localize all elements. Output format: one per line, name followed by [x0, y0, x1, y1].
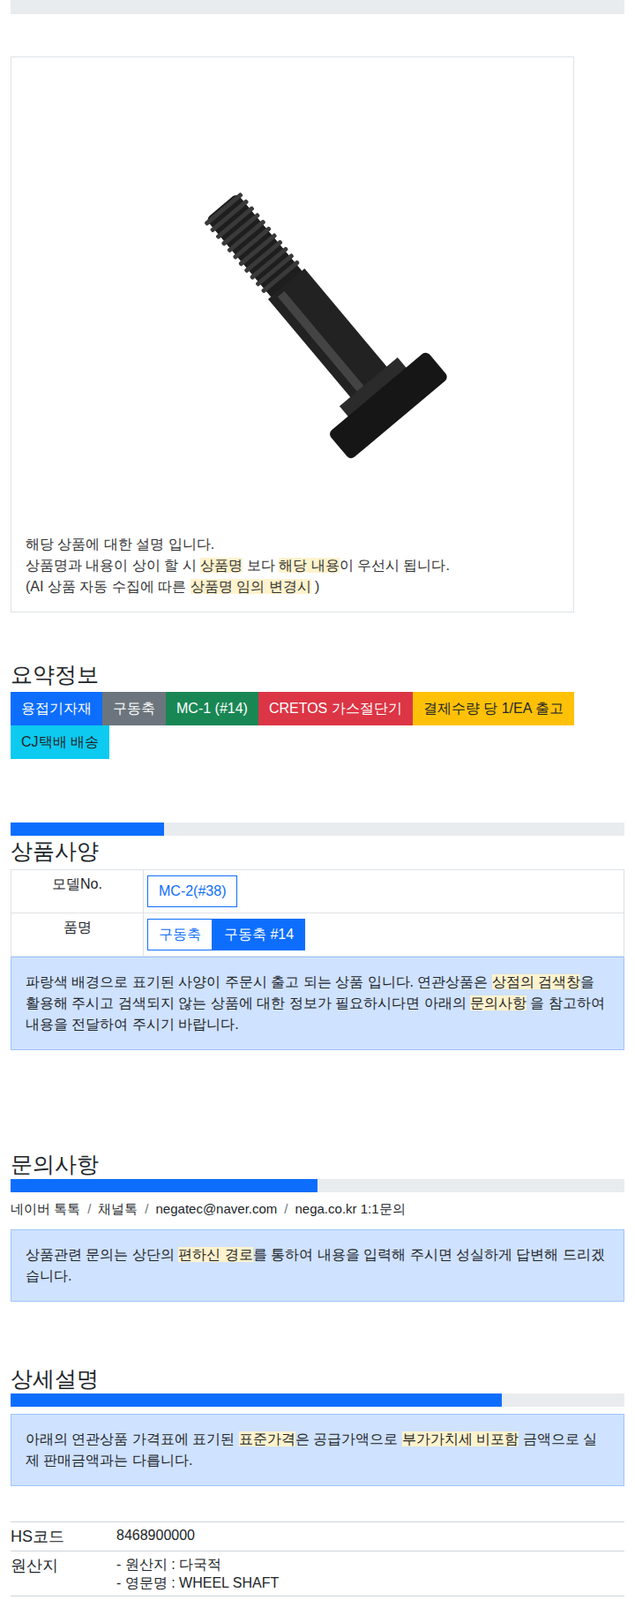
detail-title: 상세설명: [10, 1362, 625, 1393]
detail-row: HS코드8468900000: [10, 1521, 625, 1551]
spec-row: 품명구동축구동축 #14: [10, 912, 625, 957]
contact-link[interactable]: negatec@naver.com: [156, 1198, 278, 1218]
info-box: 파랑색 배경으로 표기된 사양이 주문시 출고 되는 상품 입니다. 연관상품은…: [10, 956, 625, 1050]
summary-title: 요약정보: [10, 659, 625, 688]
tag: MC-1 (#14): [165, 691, 259, 725]
info-box: 상품관련 문의는 상단의 편하신 경로를 통하여 내용을 입력해 주시면 성실하…: [10, 1228, 625, 1301]
tag-list: 용접기자재구동축MC-1 (#14)CRETOS 가스절단기결제수량 당 1/E…: [10, 691, 625, 759]
highlight: 상점의 검색창: [492, 973, 581, 989]
spec-option[interactable]: 구동축 #14: [212, 918, 306, 950]
highlight: 편하신 경로: [178, 1246, 253, 1262]
spec-table: 모델No.MC-2(#38)품명구동축구동축 #14: [10, 868, 625, 957]
info-box: 아래의 연관상품 가격표에 표기된 표준가격은 공급가액으로 부가가치세 비포함…: [10, 1412, 625, 1486]
contact-list: 네이버 톡톡/채널톡/negatec@naver.com/nega.co.kr …: [10, 1198, 625, 1218]
detail-table: HS코드8468900000원산지- 원산지 : 다국적- 영문명 : WHEE…: [10, 1520, 625, 1596]
contact-link[interactable]: 채널톡: [97, 1198, 138, 1218]
section-bar: [10, 1392, 625, 1406]
bolt-icon: [116, 119, 470, 472]
tag: 결제수량 당 1/EA 출고: [412, 691, 575, 725]
top-bar: [10, 0, 625, 15]
contact-link[interactable]: 네이버 톡톡: [10, 1198, 81, 1218]
highlight: 표준가격: [239, 1430, 296, 1446]
highlight: 부가가치세 비포함: [402, 1430, 519, 1446]
section-bar: [10, 1178, 625, 1192]
spec-option[interactable]: MC-2(#38): [147, 874, 238, 907]
tag: CRETOS 가스절단기: [258, 691, 413, 725]
product-notice: 해당 상품에 대한 설명 입니다.상품명과 내용이 상이 할 시 상품명 보다 …: [25, 533, 560, 598]
detail-row: 원산지- 원산지 : 다국적- 영문명 : WHEEL SHAFT: [10, 1550, 625, 1596]
section-bar: [10, 821, 625, 836]
page: 해당 상품에 대한 설명 입니다.상품명과 내용이 상이 할 시 상품명 보다 …: [0, 0, 635, 1596]
highlight: 문의사항: [470, 994, 527, 1010]
inquiry-title: 문의사항: [10, 1148, 625, 1179]
product-card: 해당 상품에 대한 설명 입니다.상품명과 내용이 상이 할 시 상품명 보다 …: [10, 56, 575, 613]
spec-title: 상품사양: [10, 835, 625, 866]
tag: CJ택배 배송: [10, 724, 110, 759]
spec-row: 모델No.MC-2(#38): [10, 869, 625, 913]
highlight: 상품명 임의 변경시: [190, 578, 312, 594]
tag: 구동축: [102, 691, 166, 725]
tag: 용접기자재: [10, 691, 103, 725]
highlight: 해당 내용: [278, 557, 339, 573]
product-photo: [25, 57, 560, 534]
spec-option[interactable]: 구동축: [147, 918, 213, 950]
highlight: 상품명: [200, 557, 243, 573]
contact-link[interactable]: nega.co.kr 1:1문의: [295, 1198, 406, 1218]
